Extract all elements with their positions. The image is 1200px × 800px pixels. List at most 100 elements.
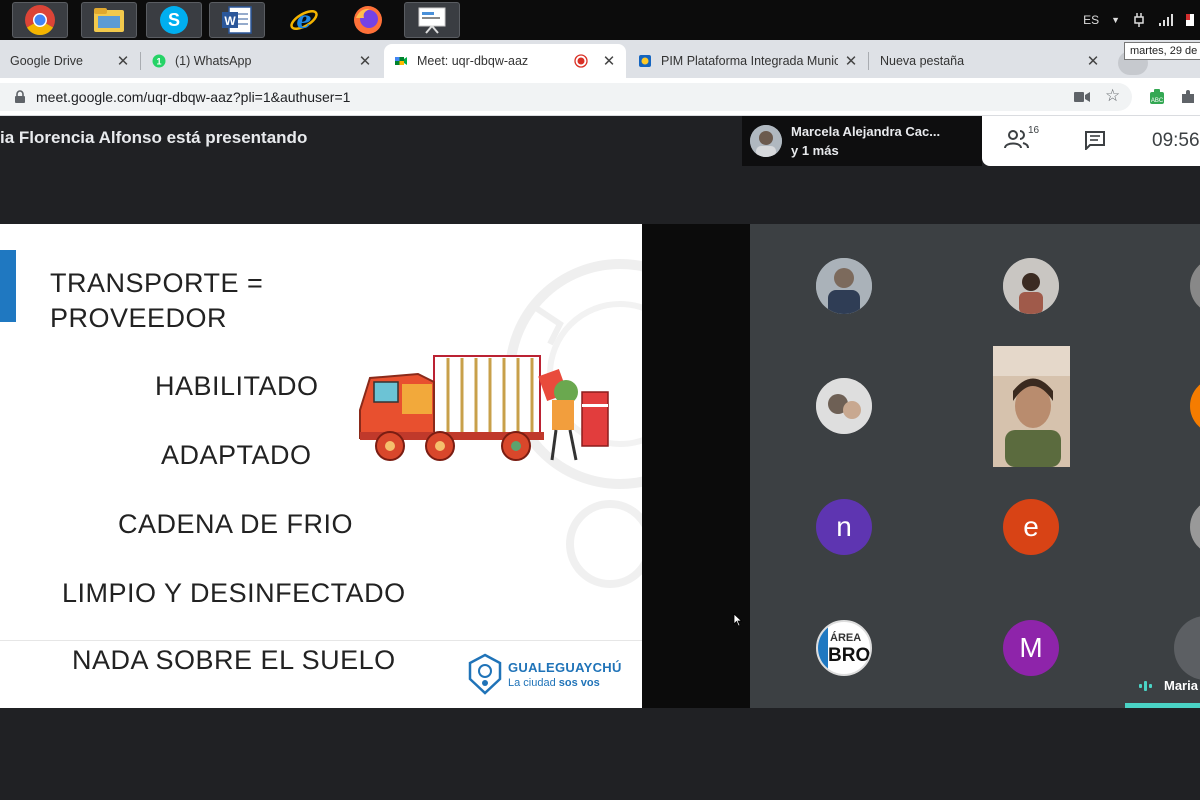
date-tooltip: martes, 29 de <box>1124 42 1200 60</box>
mouse-cursor-icon <box>733 613 743 627</box>
svg-text:W: W <box>224 14 236 28</box>
extension-icon[interactable]: ABC <box>1148 88 1166 106</box>
truck-illustration <box>359 355 609 461</box>
system-tray: ES ▼ <box>1083 0 1200 40</box>
meeting-clock: 09:56 <box>1152 130 1200 151</box>
meet-icon <box>395 57 407 65</box>
tab-meet[interactable]: Meet: uqr-dbqw-aaz ✕ <box>384 44 626 78</box>
slide-item-cadena-de-frio: CADENA DE FRIO <box>118 509 354 539</box>
power-plug-icon[interactable] <box>1132 12 1146 28</box>
language-indicator[interactable]: ES <box>1083 13 1099 27</box>
close-icon[interactable]: ✕ <box>116 52 130 70</box>
windows-taskbar: S W e ES ▼ <box>0 0 1200 40</box>
participant-avatar-active[interactable] <box>1174 616 1200 680</box>
active-participant-label: Maria <box>1138 678 1198 693</box>
people-icon <box>1004 130 1029 149</box>
pim-icon <box>639 55 651 67</box>
active-participant-name: Maria <box>1164 678 1198 693</box>
participant-avatar[interactable] <box>1190 258 1200 314</box>
logo-tagline: La ciudad sos vos <box>508 677 600 689</box>
participant-avatar[interactable] <box>816 378 872 434</box>
address-bar[interactable]: meet.google.com/uqr-dbqw-aaz?pli=1&authu… <box>0 83 1132 111</box>
tab-title: Nueva pestaña <box>880 54 965 68</box>
speaker-name: Marcela Alejandra Cac... <box>791 124 941 139</box>
slide-heading-line1: TRANSPORTE = <box>50 268 264 298</box>
recording-icon <box>574 54 588 68</box>
svg-text:e: e <box>296 5 311 34</box>
presentation-gap <box>642 224 750 708</box>
speaking-indicator <box>1125 703 1200 708</box>
browser-tab-strip: Google Drive ✕ 1 (1) WhatsApp ✕ Meet: uq… <box>0 40 1200 78</box>
participant-avatar[interactable] <box>1190 499 1200 555</box>
firefox-icon <box>354 6 382 34</box>
slide-item-habilitado: HABILITADO <box>155 371 319 401</box>
taskbar-presentation-button[interactable] <box>404 2 460 38</box>
svg-text:S: S <box>168 10 180 30</box>
whatsapp-icon: 1 <box>152 54 166 68</box>
participant-avatar[interactable] <box>1003 258 1059 314</box>
screen: S W e ES ▼ Google Drive ✕ 1 (1) WhatsApp… <box>0 0 1200 800</box>
participant-grid: n e ÁREA BRO M Maria <box>750 224 1200 708</box>
taskbar-skype-button[interactable]: S <box>146 2 202 38</box>
slide-heading-line2: PROVEEDOR <box>50 303 228 333</box>
speaker-extra: y 1 más <box>791 143 839 158</box>
skype-icon: S <box>160 6 188 34</box>
taskbar-ie-button[interactable]: e <box>276 2 332 38</box>
tab-new-tab[interactable]: Nueva pestaña ✕ <box>870 44 1110 78</box>
puzzle-icon[interactable] <box>1180 89 1196 105</box>
browser-toolbar: meet.google.com/uqr-dbqw-aaz?pli=1&authu… <box>0 78 1200 116</box>
chrome-icon <box>25 5 55 36</box>
tray-expand-icon[interactable]: ▼ <box>1111 15 1120 25</box>
avatar-badge-line1: ÁREA <box>830 632 862 644</box>
svg-text:1: 1 <box>156 57 161 67</box>
audio-level-icon <box>1139 680 1152 691</box>
presenter-banner: ia Florencia Alfonso está presentando <box>0 128 308 147</box>
participant-avatar-e[interactable]: e <box>1003 499 1059 555</box>
taskbar-word-button[interactable]: W <box>209 2 265 38</box>
participants-button[interactable]: 16 <box>1004 125 1044 154</box>
presentation-icon <box>418 7 446 34</box>
chat-button[interactable] <box>1084 130 1106 155</box>
participant-avatar-area[interactable]: ÁREA BRO <box>816 620 872 676</box>
participant-avatar[interactable] <box>1190 378 1200 434</box>
internet-explorer-icon: e <box>290 5 318 34</box>
taskbar-firefox-button[interactable] <box>340 2 396 38</box>
participants-count: 16 <box>1028 125 1040 136</box>
close-icon[interactable]: ✕ <box>1086 52 1100 70</box>
slide-item-adaptado: ADAPTADO <box>161 440 312 470</box>
signal-icon[interactable] <box>1158 13 1174 27</box>
active-speaker-chip[interactable]: Marcela Alejandra Cac... y 1 más <box>742 116 982 166</box>
close-icon[interactable]: ✕ <box>602 52 616 70</box>
participant-avatar[interactable] <box>816 258 872 314</box>
logo-name: GUALEGUAYCHÚ <box>508 660 622 675</box>
camera-icon[interactable] <box>1074 91 1090 103</box>
taskbar-explorer-button[interactable] <box>81 2 137 38</box>
svg-text:ABC: ABC <box>1151 98 1164 104</box>
participant-video-tile[interactable] <box>993 346 1070 467</box>
tab-title: Google Drive <box>10 54 83 68</box>
tab-title: Meet: uqr-dbqw-aaz <box>417 54 529 68</box>
folder-icon <box>94 8 124 32</box>
avatar-badge-line2: BRO <box>828 645 871 666</box>
url-text[interactable]: meet.google.com/uqr-dbqw-aaz?pli=1&authu… <box>36 89 350 105</box>
avatar <box>750 125 782 157</box>
close-icon[interactable]: ✕ <box>844 52 858 70</box>
meet-window: ia Florencia Alfonso está presentando Ma… <box>0 116 1200 800</box>
slide-accent-bar <box>0 250 16 322</box>
presented-slide: TRANSPORTE = PROVEEDOR HABILITADO ADAPTA… <box>0 224 642 708</box>
tab-google-drive[interactable]: Google Drive ✕ <box>0 44 140 78</box>
close-icon[interactable]: ✕ <box>358 52 372 70</box>
tab-whatsapp[interactable]: 1 (1) WhatsApp ✕ <box>142 44 382 78</box>
taskbar-chrome-button[interactable] <box>12 2 68 38</box>
flag-icon[interactable] <box>1186 12 1194 28</box>
chat-icon <box>1085 131 1105 152</box>
word-icon: W <box>222 6 252 34</box>
lock-icon[interactable] <box>14 90 26 104</box>
tab-title: (1) WhatsApp <box>175 54 252 68</box>
bookmark-star-icon[interactable]: ☆ <box>1105 86 1120 106</box>
tab-separator <box>868 52 869 70</box>
participant-avatar-n[interactable]: n <box>816 499 872 555</box>
tab-pim[interactable]: PIM Plataforma Integrada Munic ✕ <box>628 44 868 78</box>
tab-separator <box>140 52 141 70</box>
participant-avatar-m[interactable]: M <box>1003 620 1059 676</box>
